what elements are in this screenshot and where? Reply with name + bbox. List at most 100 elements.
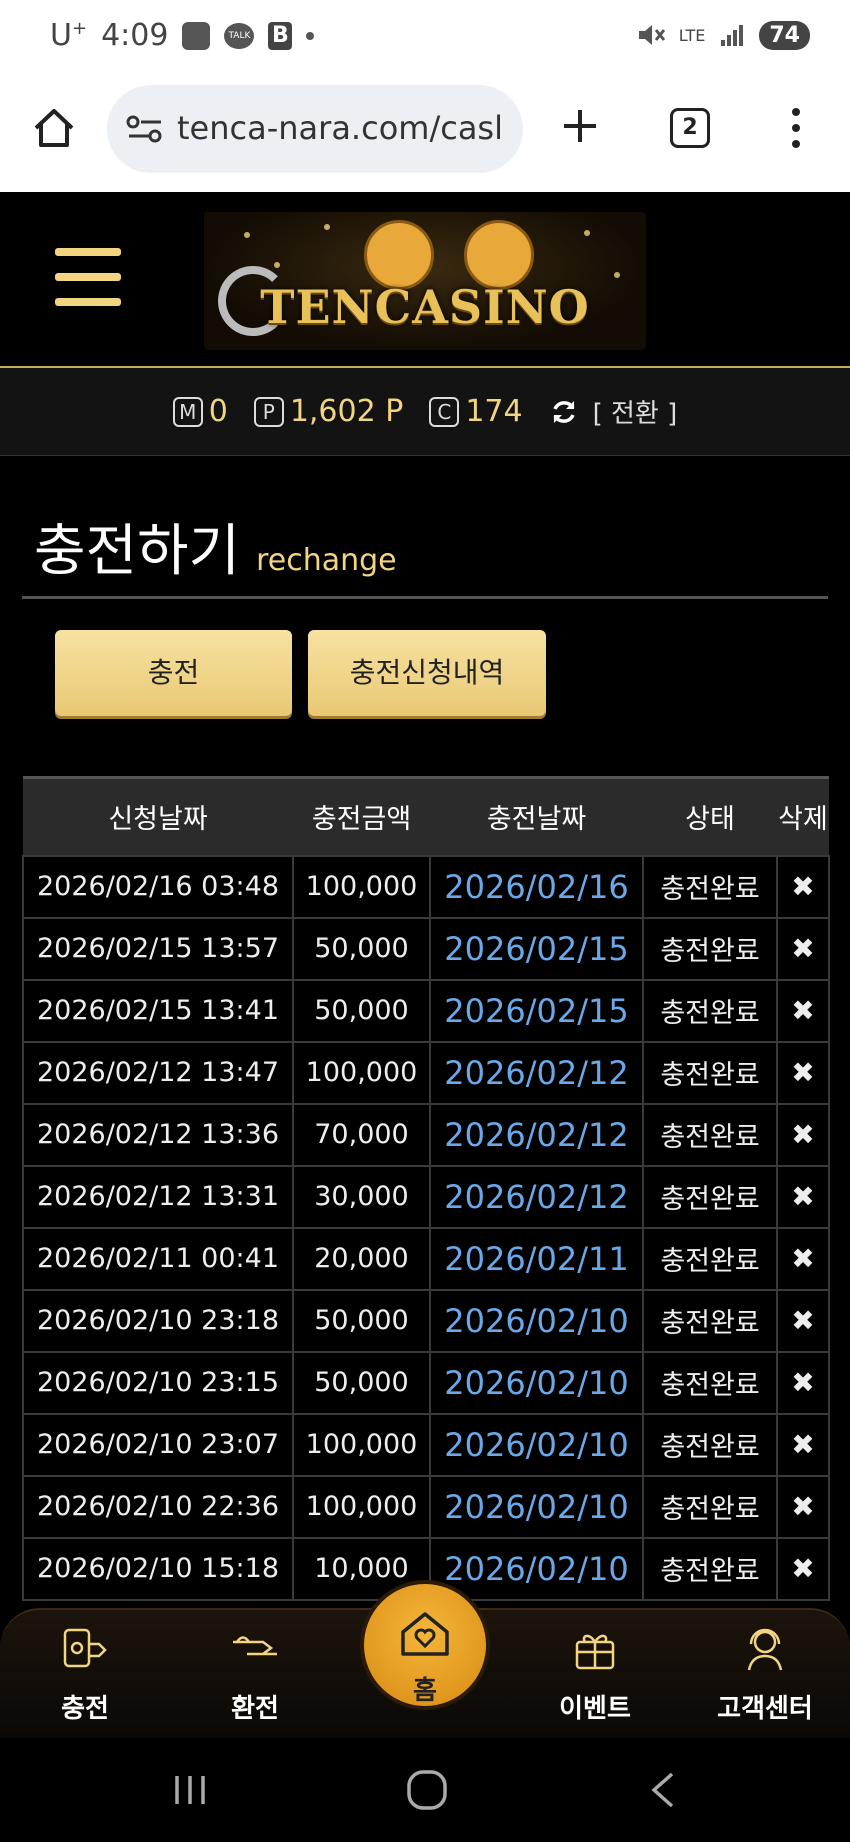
charge-date-link[interactable]: 2026/02/10: [429, 1412, 644, 1477]
recent-apps-icon[interactable]: [165, 1768, 215, 1812]
delete-icon[interactable]: ✖: [776, 1412, 830, 1477]
delete-icon[interactable]: ✖: [776, 1350, 830, 1415]
nav-support-label: 고객센터: [717, 1694, 813, 1724]
charge-date-link[interactable]: 2026/02/10: [429, 1350, 644, 1415]
delete-icon[interactable]: ✖: [776, 1536, 830, 1601]
site-header: TENCASINO: [0, 192, 850, 368]
site-logo[interactable]: TENCASINO: [204, 212, 646, 350]
back-icon[interactable]: [640, 1768, 690, 1812]
home-heart-icon: [401, 1612, 449, 1656]
nav-charge[interactable]: 충전: [10, 1620, 160, 1725]
refresh-icon[interactable]: [549, 397, 579, 427]
charge-nav-icon: [63, 1628, 107, 1668]
new-tab-icon[interactable]: [556, 102, 604, 150]
charge-date-link[interactable]: 2026/02/11: [429, 1226, 644, 1291]
charge-date-link[interactable]: 2026/02/12: [429, 1102, 644, 1167]
m-badge-icon: M: [172, 396, 203, 427]
charge-history-button[interactable]: 충전신청내역: [308, 630, 546, 716]
delete-icon[interactable]: ✖: [776, 1102, 830, 1167]
header-request-date: 신청날짜: [23, 776, 293, 856]
table-row: 2026/02/15 13:57 50,000 2026/02/15 충전완료 ✖: [22, 916, 830, 981]
screenshot-icon: [182, 21, 211, 50]
request-date-cell: 2026/02/16 03:48: [22, 854, 294, 919]
browser-toolbar: tenca-nara.com/casl 2: [0, 80, 850, 192]
delete-icon[interactable]: ✖: [776, 1288, 830, 1353]
table-header-row: 신청날짜 충전금액 충전날짜 상태 삭제: [23, 776, 829, 856]
coin-value: 174: [465, 394, 523, 429]
status-cell: 충전완료: [642, 1164, 778, 1229]
delete-icon[interactable]: ✖: [776, 1226, 830, 1291]
amount-cell: 50,000: [292, 916, 431, 981]
delete-icon[interactable]: ✖: [776, 978, 830, 1043]
request-date-cell: 2026/02/11 00:41: [22, 1226, 294, 1291]
exchange-nav-icon: [233, 1636, 277, 1656]
nav-charge-label: 충전: [61, 1694, 109, 1724]
request-date-cell: 2026/02/10 15:18: [22, 1536, 294, 1601]
page-title-english: rechange: [256, 543, 397, 578]
nav-support[interactable]: 고객센터: [690, 1620, 840, 1725]
nav-event[interactable]: 이벤트: [520, 1620, 670, 1725]
page-title-korean: 충전하기: [34, 519, 241, 584]
carrier-label: U+: [50, 18, 88, 53]
delete-icon[interactable]: ✖: [776, 1164, 830, 1229]
table-row: 2026/02/12 13:31 30,000 2026/02/12 충전완료 ✖: [22, 1164, 830, 1229]
charge-date-link[interactable]: 2026/02/16: [429, 854, 644, 919]
tab-switcher-button[interactable]: 2: [670, 108, 710, 148]
system-home-icon[interactable]: [402, 1768, 452, 1812]
table-row: 2026/02/10 23:18 50,000 2026/02/10 충전완료 ✖: [22, 1288, 830, 1353]
nav-home-button[interactable]: 홈: [360, 1580, 490, 1710]
request-date-cell: 2026/02/15 13:57: [22, 916, 294, 981]
nav-home-label: 홈: [413, 1676, 437, 1706]
status-cell: 충전완료: [642, 1474, 778, 1539]
more-menu-icon[interactable]: [786, 104, 806, 152]
charge-date-link[interactable]: 2026/02/15: [429, 978, 644, 1043]
request-date-cell: 2026/02/10 22:36: [22, 1474, 294, 1539]
site-settings-icon[interactable]: [125, 113, 165, 145]
request-date-cell: 2026/02/12 13:31: [22, 1164, 294, 1229]
charge-date-link[interactable]: 2026/02/12: [429, 1040, 644, 1105]
delete-icon[interactable]: ✖: [776, 916, 830, 981]
logo-text: TENCASINO: [260, 280, 590, 334]
title-divider: [22, 596, 828, 599]
signal-icon: [721, 25, 744, 46]
charge-date-link[interactable]: 2026/02/15: [429, 916, 644, 981]
header-status: 상태: [643, 776, 777, 856]
charge-date-link[interactable]: 2026/02/10: [429, 1288, 644, 1353]
status-cell: 충전완료: [642, 1102, 778, 1167]
amount-cell: 70,000: [292, 1102, 431, 1167]
table-row: 2026/02/12 13:47 100,000 2026/02/12 충전완료 ✖: [22, 1040, 830, 1105]
charge-date-link[interactable]: 2026/02/10: [429, 1474, 644, 1539]
delete-icon[interactable]: ✖: [776, 1040, 830, 1105]
delete-icon[interactable]: ✖: [776, 1474, 830, 1539]
url-text: tenca-nara.com/casl: [177, 109, 503, 147]
nav-exchange[interactable]: 환전: [180, 1620, 330, 1725]
amount-cell: 20,000: [292, 1226, 431, 1291]
status-cell: 충전완료: [642, 854, 778, 919]
charge-date-link[interactable]: 2026/02/12: [429, 1164, 644, 1229]
status-cell: 충전완료: [642, 1226, 778, 1291]
address-bar[interactable]: tenca-nara.com/casl: [107, 85, 523, 173]
network-type: LTE: [678, 25, 706, 45]
header-amount: 충전금액: [293, 776, 430, 856]
status-cell: 충전완료: [642, 978, 778, 1043]
amount-cell: 100,000: [292, 854, 431, 919]
coin-balance: C 174: [429, 394, 523, 429]
gift-nav-icon: [575, 1634, 615, 1670]
request-date-cell: 2026/02/12 13:36: [22, 1102, 294, 1167]
hamburger-menu-icon[interactable]: [55, 248, 121, 306]
request-date-cell: 2026/02/15 13:41: [22, 978, 294, 1043]
browser-home-icon[interactable]: [30, 104, 78, 152]
status-cell: 충전완료: [642, 1412, 778, 1477]
switch-button[interactable]: [ 전환 ]: [593, 393, 678, 430]
b-app-icon: B: [268, 21, 293, 50]
amount-cell: 100,000: [292, 1412, 431, 1477]
status-cell: 충전완료: [642, 1040, 778, 1105]
header-charge-date: 충전날짜: [430, 776, 643, 856]
header-delete: 삭제: [777, 776, 829, 856]
delete-icon[interactable]: ✖: [776, 854, 830, 919]
table-row: 2026/02/11 00:41 20,000 2026/02/11 충전완료 ✖: [22, 1226, 830, 1291]
status-cell: 충전완료: [642, 1350, 778, 1415]
c-badge-icon: C: [429, 396, 460, 427]
charge-button[interactable]: 충전: [55, 630, 292, 716]
request-date-cell: 2026/02/10 23:07: [22, 1412, 294, 1477]
